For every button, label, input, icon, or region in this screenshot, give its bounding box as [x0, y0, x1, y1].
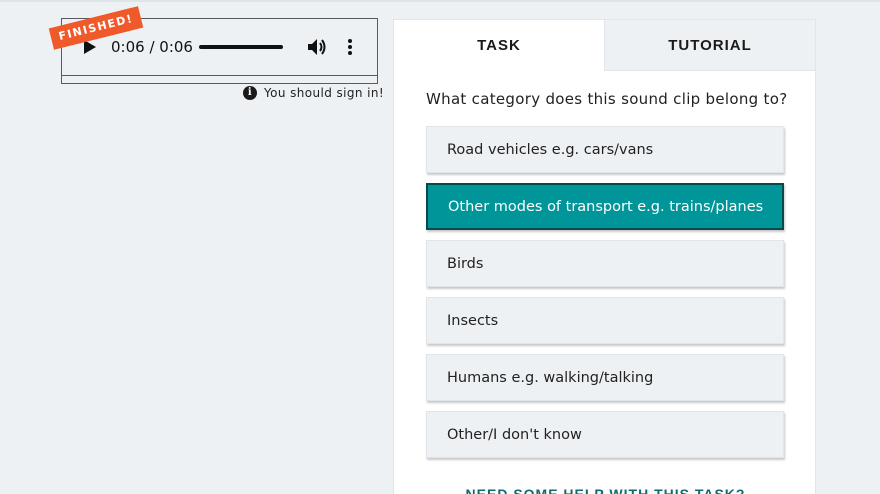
- task-panel: TASK TUTORIAL What category does this so…: [393, 19, 816, 494]
- option-insects[interactable]: Insects: [426, 297, 784, 344]
- signin-notice: i You should sign in!: [243, 86, 384, 100]
- tab-task[interactable]: TASK: [394, 20, 604, 71]
- option-other-unknown[interactable]: Other/I don't know: [426, 411, 784, 458]
- more-vert-icon[interactable]: [342, 37, 358, 57]
- info-icon: i: [243, 86, 257, 100]
- signin-message: You should sign in!: [264, 86, 385, 100]
- question-text: What category does this sound clip belon…: [426, 90, 788, 108]
- time-display: 0:06 / 0:06: [111, 38, 193, 56]
- volume-icon[interactable]: [306, 37, 328, 57]
- top-divider: [0, 0, 880, 2]
- option-road-vehicles[interactable]: Road vehicles e.g. cars/vans: [426, 126, 784, 173]
- tab-tutorial[interactable]: TUTORIAL: [604, 20, 815, 71]
- seek-slider[interactable]: [199, 45, 283, 49]
- tab-bar: TASK TUTORIAL: [394, 20, 815, 71]
- help-link[interactable]: NEED SOME HELP WITH THIS TASK?: [394, 486, 817, 494]
- option-other-transport[interactable]: Other modes of transport e.g. trains/pla…: [426, 183, 784, 230]
- answer-options: Road vehicles e.g. cars/vans Other modes…: [426, 126, 784, 468]
- option-birds[interactable]: Birds: [426, 240, 784, 287]
- option-humans[interactable]: Humans e.g. walking/talking: [426, 354, 784, 401]
